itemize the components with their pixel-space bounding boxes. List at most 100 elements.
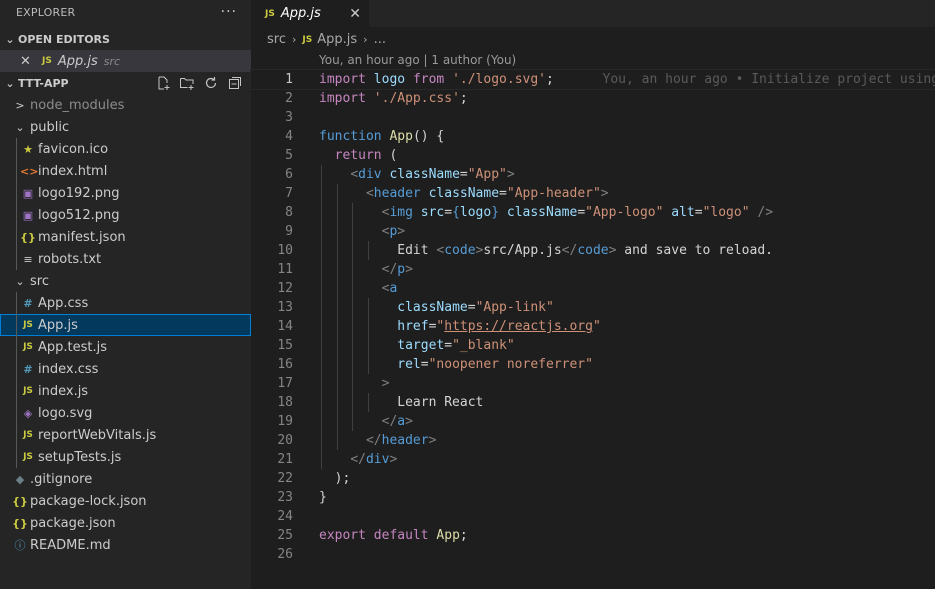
tree-file[interactable]: {} package.json xyxy=(0,512,251,534)
code-token: logo xyxy=(459,205,492,220)
tab-app-js[interactable]: JS App.js ✕ xyxy=(251,0,369,27)
code-text: </header> xyxy=(319,431,436,450)
code-line[interactable]: 7 <header className="App-header"> xyxy=(251,184,935,203)
tree-file[interactable]: ▣ logo512.png xyxy=(0,204,251,226)
tree-file[interactable]: <> index.html xyxy=(0,160,251,182)
code-line[interactable]: 19 </a> xyxy=(251,412,935,431)
code-line[interactable]: 12 <a xyxy=(251,279,935,298)
code-line[interactable]: 9 <p> xyxy=(251,222,935,241)
javascript-file-icon: JS xyxy=(23,320,33,330)
more-actions-icon[interactable]: ··· xyxy=(221,4,237,20)
code-line[interactable]: 14 href="https://reactjs.org" xyxy=(251,317,935,336)
tree-file[interactable]: ≡ robots.txt xyxy=(0,248,251,270)
code-line[interactable]: 11 </p> xyxy=(251,260,935,279)
code-line[interactable]: 20 </header> xyxy=(251,431,935,450)
code-line[interactable]: 16 rel="noopener noreferrer" xyxy=(251,355,935,374)
code-editor[interactable]: 1 import logo from './logo.svg'; You, an h… xyxy=(250,69,935,564)
code-line[interactable]: 4 function App() { xyxy=(251,127,935,146)
code-line[interactable]: 25 export default App; xyxy=(251,526,935,545)
open-editors-section[interactable]: ⌄ OPEN EDITORS xyxy=(0,28,251,50)
code-line[interactable]: 1 import logo from './logo.svg'; You, an h… xyxy=(250,69,935,90)
code-token: ( xyxy=(381,148,398,163)
tree-file[interactable]: ★ favicon.ico xyxy=(0,138,251,160)
tree-file[interactable]: JS reportWebVitals.js xyxy=(0,424,251,446)
code-line[interactable]: 23} xyxy=(251,488,935,507)
code-token: > xyxy=(405,262,413,277)
code-text: </a> xyxy=(319,412,413,431)
tree-item-label: index.css xyxy=(38,361,99,377)
line-number: 3 xyxy=(285,110,293,125)
tree-file[interactable]: JS App.test.js xyxy=(0,336,251,358)
code-token: > xyxy=(397,224,406,239)
explorer-header: EXPLORER ··· xyxy=(0,0,251,24)
code-text: Edit <code>src/App.js</code> and save to… xyxy=(319,241,773,260)
tree-file[interactable]: JS setupTests.js xyxy=(0,446,251,468)
code-line[interactable]: 3 xyxy=(251,108,935,127)
project-section[interactable]: ⌄ TTT-APP xyxy=(0,72,251,94)
tree-file[interactable]: ◆ .gitignore xyxy=(0,468,251,490)
line-number: 9 xyxy=(285,224,293,239)
tree-file[interactable]: ⓘ README.md xyxy=(0,534,251,556)
code-text: return ( xyxy=(319,146,398,165)
line-number: 21 xyxy=(277,452,293,467)
code-line[interactable]: 22 ); xyxy=(251,469,935,488)
new-file-icon[interactable] xyxy=(155,75,171,91)
line-number: 25 xyxy=(277,528,293,543)
tree-item-label: logo192.png xyxy=(38,185,120,201)
code-line[interactable]: 21 </div> xyxy=(251,450,935,469)
project-label: TTT-APP xyxy=(18,76,69,90)
code-line[interactable]: 24 xyxy=(251,507,935,526)
editor-area: JS App.js ✕ src › JS App.js › ... You, a… xyxy=(250,0,935,589)
tree-file[interactable]: # App.css xyxy=(0,292,251,314)
code-line[interactable]: 17 > xyxy=(251,374,935,393)
code-token: = xyxy=(467,300,476,315)
breadcrumb-file[interactable]: App.js xyxy=(317,32,357,47)
collapse-all-icon[interactable] xyxy=(227,75,243,91)
code-line[interactable]: 5 return ( xyxy=(251,146,935,165)
tree-file[interactable]: ◈ logo.svg xyxy=(0,402,251,424)
code-line[interactable]: 6 <div className="App"> xyxy=(251,165,935,184)
code-line[interactable]: 8 <img src={logo} className="App-logo" a… xyxy=(251,203,935,222)
code-line[interactable]: 26 xyxy=(251,545,935,564)
breadcrumb-symbols[interactable]: ... xyxy=(374,32,386,47)
tree-folder[interactable]: ⌄ src xyxy=(0,270,251,292)
code-text: </div> xyxy=(319,450,397,469)
tree-file[interactable]: # index.css xyxy=(0,358,251,380)
code-token: </ xyxy=(350,452,366,467)
json-file-icon: {} xyxy=(20,230,36,244)
tree-file[interactable]: ▣ logo192.png xyxy=(0,182,251,204)
new-folder-icon[interactable] xyxy=(179,75,195,91)
code-token: code xyxy=(444,243,476,258)
tree-item-label: favicon.ico xyxy=(38,141,109,157)
refresh-icon[interactable] xyxy=(203,75,219,91)
code-token: header xyxy=(381,433,429,448)
code-token: Learn React xyxy=(319,395,484,410)
code-line[interactable]: 2 import './App.css'; xyxy=(251,89,935,108)
code-line[interactable]: 18 Learn React xyxy=(251,393,935,412)
code-line[interactable]: 13 className="App-link" xyxy=(251,298,935,317)
code-token: https://reactjs.org xyxy=(444,319,593,334)
tree-file[interactable]: JS App.js xyxy=(0,314,251,336)
tree-file[interactable]: {} package-lock.json xyxy=(0,490,251,512)
git-codelens[interactable]: You, an hour ago | 1 author (You) xyxy=(319,53,516,67)
code-token: div xyxy=(365,452,390,467)
line-number: 8 xyxy=(285,205,293,220)
code-line[interactable]: 10 Edit <code>src/App.js</code> and save… xyxy=(251,241,935,260)
tree-file[interactable]: JS index.js xyxy=(0,380,251,402)
open-editor-item[interactable]: ✕ JS App.js src xyxy=(0,50,251,72)
close-icon[interactable]: ✕ xyxy=(20,54,36,69)
code-token: () { xyxy=(412,129,445,144)
tree-folder[interactable]: ⌄ public xyxy=(0,116,251,138)
line-number: 13 xyxy=(277,300,293,315)
code-token: className xyxy=(428,186,500,201)
code-token: </ xyxy=(381,262,398,277)
tree-file[interactable]: {} manifest.json xyxy=(0,226,251,248)
tree-folder[interactable]: > node_modules xyxy=(0,94,251,116)
close-icon[interactable]: ✕ xyxy=(349,6,361,22)
breadcrumb-folder[interactable]: src xyxy=(267,32,286,47)
code-line[interactable]: 15 target="_blank" xyxy=(251,336,935,355)
